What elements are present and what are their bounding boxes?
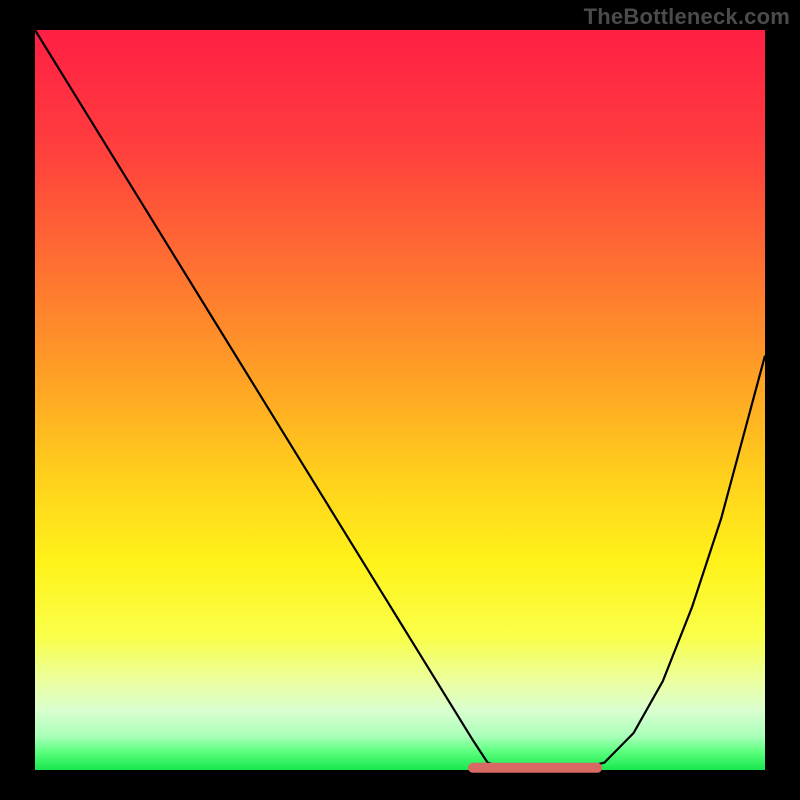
watermark-text: TheBottleneck.com xyxy=(584,4,790,30)
bottleneck-chart xyxy=(0,0,800,800)
plot-background xyxy=(35,30,765,770)
chart-frame: TheBottleneck.com xyxy=(0,0,800,800)
